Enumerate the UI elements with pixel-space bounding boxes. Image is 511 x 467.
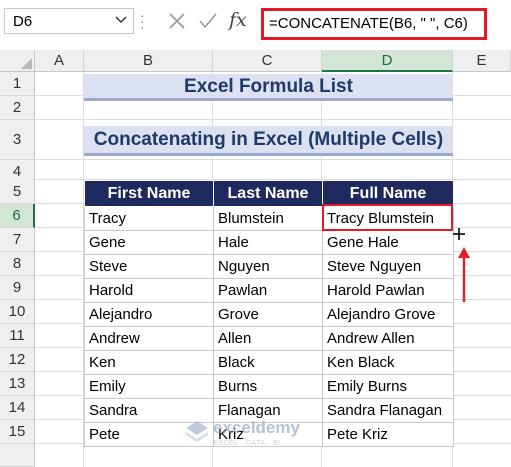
row-header-2[interactable]: 2 [0, 96, 35, 120]
formula-bar: D6 · · · fx =CONCATENATE(B6, " ", C6) [0, 0, 511, 50]
cell-last-name[interactable]: Burns [213, 374, 323, 399]
row-header-11[interactable]: 11 [0, 324, 35, 348]
table-row: Andrew Allen Andrew Allen [84, 326, 454, 351]
cell-first-name[interactable]: Gene [84, 230, 214, 255]
row-header-7[interactable]: 7 [0, 228, 35, 252]
sheet-title: Excel Formula List [84, 74, 453, 101]
cell-full-name[interactable]: Gene Hale [322, 230, 454, 255]
watermark-name: exceldemy [213, 418, 300, 437]
cell-last-name[interactable]: Grove [213, 302, 323, 327]
row-header-10[interactable]: 10 [0, 300, 35, 324]
cell-first-name[interactable]: Tracy [84, 206, 214, 231]
row-header-3[interactable]: 3 [0, 120, 35, 160]
table-row: Harold Pawlan Harold Pawlan [84, 278, 454, 303]
cell-first-name[interactable]: Alejandro [84, 302, 214, 327]
name-box-value: D6 [13, 13, 33, 30]
cell-first-name[interactable]: Harold [84, 278, 214, 303]
cell-full-name[interactable]: Harold Pawlan [322, 278, 454, 303]
cell-first-name[interactable]: Emily [84, 374, 214, 399]
table-row: Gene Hale Gene Hale [84, 230, 454, 255]
cell-full-name[interactable]: Andrew Allen [322, 326, 454, 351]
table-row: Tracy Blumstein Tracy Blumstein [84, 206, 454, 231]
exceldemy-logo-icon [186, 421, 208, 442]
table-header-row: First Name Last Name Full Name [84, 180, 454, 207]
enter-icon[interactable] [198, 12, 218, 30]
cell-first-name[interactable]: Andrew [84, 326, 214, 351]
cancel-icon[interactable] [168, 12, 186, 30]
select-all-corner[interactable] [0, 50, 35, 72]
cell-last-name[interactable]: Hale [213, 230, 323, 255]
column-header-e[interactable]: E [453, 50, 511, 72]
row-header-14[interactable]: 14 [0, 396, 35, 420]
cell-full-name[interactable]: Ken Black [322, 350, 454, 375]
cell-last-name[interactable]: Black [213, 350, 323, 375]
sheet-subtitle: Concatenating in Excel (Multiple Cells) [84, 126, 453, 156]
header-full-name[interactable]: Full Name [322, 180, 454, 207]
formula-bar-grip-icon: · · · [140, 7, 145, 35]
row-header-5[interactable]: 5 [0, 180, 35, 204]
cell-last-name[interactable]: Nguyen [213, 254, 323, 279]
cell-first-name[interactable]: Steve [84, 254, 214, 279]
cell-first-name[interactable]: Ken [84, 350, 214, 375]
column-header-c[interactable]: C [213, 50, 322, 72]
cell-last-name[interactable]: Pawlan [213, 278, 323, 303]
table-row: Alejandro Grove Alejandro Grove [84, 302, 454, 327]
table-row: Ken Black Ken Black [84, 350, 454, 375]
cell-last-name[interactable]: Allen [213, 326, 323, 351]
table-row: Steve Nguyen Steve Nguyen [84, 254, 454, 279]
row-header-15[interactable]: 15 [0, 420, 35, 444]
row-header-16[interactable] [0, 444, 35, 467]
header-first-name[interactable]: First Name [84, 180, 214, 207]
cell-full-name[interactable]: Pete Kriz [322, 422, 454, 447]
fx-icon[interactable]: fx [229, 9, 247, 31]
cell-full-name[interactable]: Alejandro Grove [322, 302, 454, 327]
row-header-1[interactable]: 1 [0, 72, 35, 96]
watermark-tagline: EXCEL · DATA · BI [213, 440, 281, 447]
up-arrow-icon [458, 247, 470, 302]
cell-last-name[interactable]: Blumstein [213, 206, 323, 231]
name-box[interactable]: D6 [4, 8, 134, 34]
row-header-12[interactable]: 12 [0, 348, 35, 372]
column-header-d[interactable]: D [322, 50, 453, 72]
formula-text: =CONCATENATE(B6, " ", C6) [269, 15, 468, 32]
exceldemy-watermark: exceldemy EXCEL · DATA · BI [183, 416, 333, 456]
row-header-6[interactable]: 6 [0, 204, 35, 228]
cell-full-name[interactable]: Emily Burns [322, 374, 454, 399]
column-header-a[interactable]: A [35, 50, 84, 72]
header-last-name[interactable]: Last Name [213, 180, 323, 207]
row-header-13[interactable]: 13 [0, 372, 35, 396]
cell-full-name[interactable]: Sandra Flanagan [322, 398, 454, 423]
fill-handle-cross-icon[interactable] [452, 227, 466, 241]
table-row: Emily Burns Emily Burns [84, 374, 454, 399]
row-header-9[interactable]: 9 [0, 276, 35, 300]
cell-full-name[interactable]: Tracy Blumstein [322, 206, 454, 231]
chevron-down-icon[interactable] [115, 16, 127, 24]
column-header-b[interactable]: B [84, 50, 213, 72]
row-header-8[interactable]: 8 [0, 252, 35, 276]
formula-input[interactable]: =CONCATENATE(B6, " ", C6) [261, 8, 487, 40]
names-table: First Name Last Name Full Name Tracy Blu… [84, 180, 454, 447]
cell-full-name[interactable]: Steve Nguyen [322, 254, 454, 279]
